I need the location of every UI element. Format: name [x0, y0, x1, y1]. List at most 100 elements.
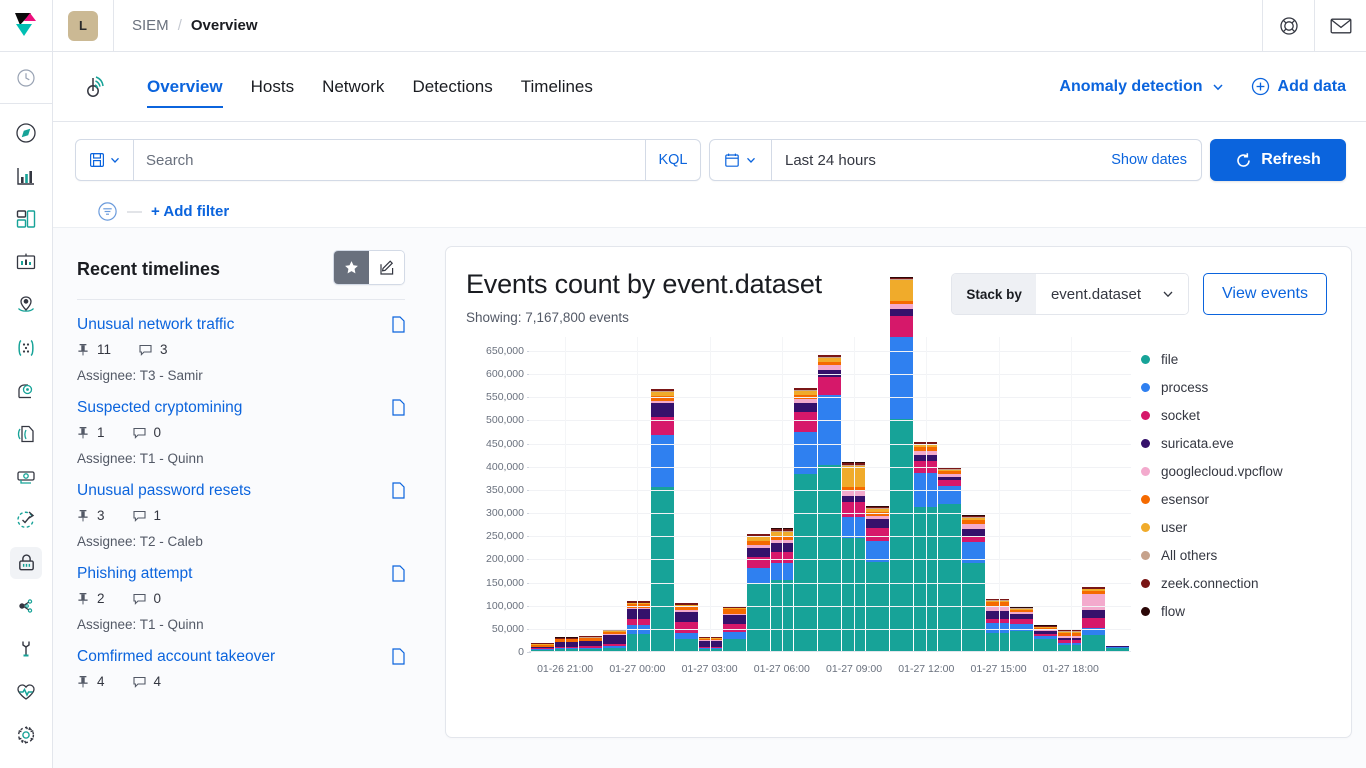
- bar-segment-socket: [818, 377, 841, 395]
- document-icon[interactable]: [392, 565, 405, 582]
- chart-bar[interactable]: [890, 277, 913, 651]
- legend-item-suricata-eve[interactable]: suricata.eve: [1141, 429, 1327, 457]
- y-axis-tick-label: 50,000: [492, 623, 524, 635]
- legend-item-googlecloud-vpcflow[interactable]: googlecloud.vpcflow: [1141, 457, 1327, 485]
- legend-color-dot: [1141, 607, 1150, 616]
- chart-bar[interactable]: [579, 636, 602, 651]
- sidebar-item-graph[interactable]: [0, 584, 53, 627]
- y-axis-tick-label: 0: [518, 646, 524, 658]
- show-dates-button[interactable]: Show dates: [1111, 152, 1187, 168]
- pin-icon: [77, 675, 89, 688]
- document-icon[interactable]: [392, 399, 405, 416]
- chart-bar[interactable]: [747, 534, 770, 651]
- y-axis: 050,000100,000150,000200,000250,000300,0…: [466, 337, 524, 652]
- timeline-name[interactable]: Suspected cryptomining: [77, 399, 242, 417]
- sidebar-item-map[interactable]: [0, 283, 53, 326]
- document-icon[interactable]: [392, 648, 405, 665]
- sidebar-item-siem[interactable]: [0, 541, 53, 584]
- chart-bar[interactable]: [531, 643, 554, 651]
- filter-icon[interactable]: [97, 201, 118, 222]
- news-feed-button[interactable]: [1314, 0, 1366, 52]
- legend-item-zeek-connection[interactable]: zeek.connection: [1141, 569, 1327, 597]
- date-quick-select-button[interactable]: [710, 140, 772, 180]
- tab-network[interactable]: Network: [308, 52, 398, 122]
- chart-bar[interactable]: [675, 603, 698, 651]
- x-gridline: [710, 337, 711, 651]
- legend-item-file[interactable]: file: [1141, 345, 1327, 373]
- x-axis-tick-label: 01-27 12:00: [898, 663, 954, 675]
- legend-item-flow[interactable]: flow: [1141, 597, 1327, 625]
- legend-item-socket[interactable]: socket: [1141, 401, 1327, 429]
- timeline-name[interactable]: Comfirmed account takeover: [77, 648, 275, 666]
- anomaly-detection-button[interactable]: Anomaly detection: [1059, 78, 1224, 96]
- timeline-name[interactable]: Unusual password resets: [77, 482, 251, 500]
- help-button[interactable]: [1262, 0, 1314, 52]
- x-axis-tick-label: 01-27 03:00: [682, 663, 738, 675]
- stack-by-control: Stack by event.dataset: [951, 273, 1189, 315]
- sidebar-item-management[interactable]: [0, 713, 53, 756]
- chart-bar[interactable]: [1106, 646, 1129, 651]
- chart-bar[interactable]: [794, 388, 817, 651]
- refresh-button[interactable]: Refresh: [1210, 139, 1346, 181]
- chart-bar[interactable]: [555, 637, 578, 651]
- legend-item-user[interactable]: user: [1141, 513, 1327, 541]
- sidebar-item-uptime[interactable]: [0, 498, 53, 541]
- chart-bar[interactable]: [1058, 630, 1081, 651]
- sidebar-item-maps[interactable]: [0, 240, 53, 283]
- date-range-value[interactable]: Last 24 hours: [772, 152, 876, 169]
- elastic-logo[interactable]: [0, 0, 53, 52]
- kql-button[interactable]: KQL: [645, 140, 700, 180]
- sidebar-item-canvas[interactable]: [0, 197, 53, 240]
- chart-bar[interactable]: [603, 629, 626, 651]
- sidebar-item-apm[interactable]: [0, 455, 53, 498]
- tab-timelines[interactable]: Timelines: [507, 52, 607, 122]
- tab-overview[interactable]: Overview: [133, 52, 237, 122]
- chart-bar[interactable]: [651, 389, 674, 651]
- list-item: Unusual network traffic 11: [77, 300, 405, 383]
- recently-viewed-button[interactable]: [0, 52, 53, 104]
- sidebar-item-logs[interactable]: [0, 412, 53, 455]
- edit-timelines-button[interactable]: [369, 251, 404, 284]
- sidebar-item-monitoring[interactable]: [0, 670, 53, 713]
- timelines-filter-group: [333, 250, 405, 285]
- tab-hosts[interactable]: Hosts: [237, 52, 308, 122]
- view-events-button[interactable]: View events: [1203, 273, 1327, 315]
- document-icon[interactable]: [392, 316, 405, 333]
- filter-bar: — + Add filter: [75, 181, 1346, 227]
- bar-segment-suricata-eve: [723, 615, 746, 624]
- bar-segment-file: [1082, 635, 1105, 651]
- document-icon[interactable]: [392, 482, 405, 499]
- tab-detections[interactable]: Detections: [398, 52, 506, 122]
- legend-color-dot: [1141, 523, 1150, 532]
- bar-segment-file: [651, 487, 674, 651]
- legend-item-esensor[interactable]: esensor: [1141, 485, 1327, 513]
- sidebar-item-machine-learning[interactable]: [0, 326, 53, 369]
- add-data-button[interactable]: Add data: [1251, 77, 1346, 96]
- legend-item-process[interactable]: process: [1141, 373, 1327, 401]
- sidebar-item-discover[interactable]: [0, 111, 53, 154]
- query-bar: KQL: [53, 122, 1366, 227]
- assignee-value: T1 - Quinn: [140, 451, 204, 466]
- breadcrumb-root[interactable]: SIEM: [132, 17, 169, 34]
- space-avatar[interactable]: L: [68, 11, 98, 41]
- x-gridline: [637, 337, 638, 651]
- add-filter-button[interactable]: + Add filter: [151, 203, 229, 220]
- bar-segment-socket: [890, 316, 913, 337]
- bar-segment-file: [1106, 648, 1129, 651]
- chart-bar[interactable]: [1082, 587, 1105, 651]
- timeline-name[interactable]: Phishing attempt: [77, 565, 192, 583]
- timeline-name[interactable]: Unusual network traffic: [77, 316, 234, 334]
- comment-icon: [139, 344, 152, 356]
- sidebar-item-dashboard[interactable]: [0, 154, 53, 197]
- stack-by-select[interactable]: event.dataset: [1036, 274, 1188, 314]
- y-axis-tick-label: 650,000: [486, 345, 524, 357]
- legend-item-all-others[interactable]: All others: [1141, 541, 1327, 569]
- assignee-label: Assignee: T1 - Quinn: [77, 451, 405, 466]
- saved-query-button[interactable]: [76, 140, 134, 180]
- legend-color-dot: [1141, 355, 1150, 364]
- y-axis-tick-label: 300,000: [486, 507, 524, 519]
- sidebar-item-infrastructure[interactable]: [0, 369, 53, 412]
- search-input[interactable]: [134, 140, 645, 180]
- favorites-filter-button[interactable]: [334, 251, 369, 284]
- sidebar-item-dev-tools[interactable]: [0, 627, 53, 670]
